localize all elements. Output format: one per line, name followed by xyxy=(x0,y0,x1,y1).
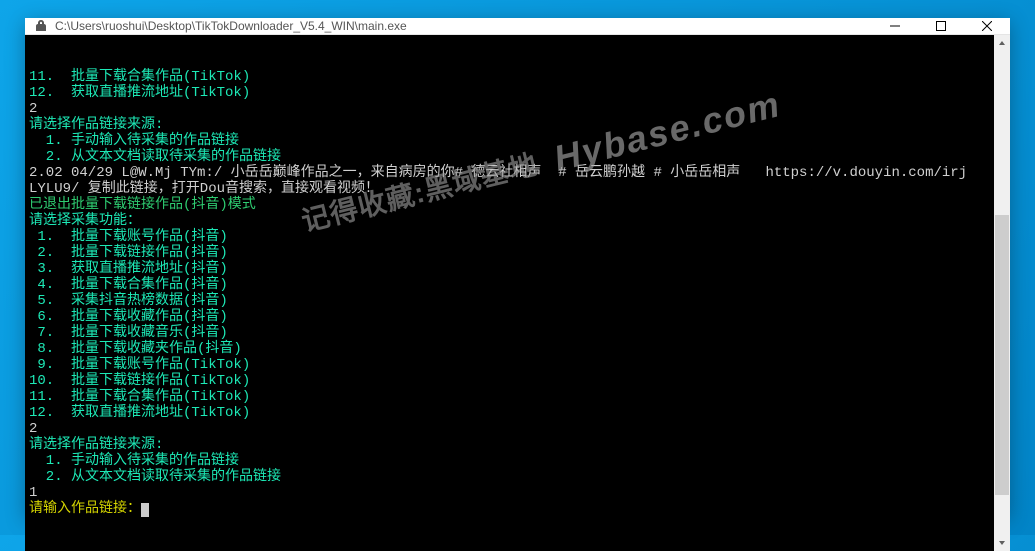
terminal-text: 1. 批量下载账号作品(抖音) xyxy=(29,229,228,245)
terminal-text: 1. 手动输入待采集的作品链接 xyxy=(29,453,239,469)
terminal-line: 请选择采集功能： xyxy=(29,213,990,229)
terminal-line: 9. 批量下载账号作品(TikTok) xyxy=(29,357,990,373)
terminal-text: 10. 批量下载链接作品(TikTok) xyxy=(29,373,250,389)
terminal-text: 3. 获取直播推流地址(抖音) xyxy=(29,261,228,277)
terminal-line: 请输入作品链接： xyxy=(29,501,990,517)
console-window: C:\Users\ruoshui\Desktop\TikTokDownloade… xyxy=(25,18,1010,517)
terminal-line: 2. 从文本文档读取待采集的作品链接 xyxy=(29,149,990,165)
terminal-text: 11. 批量下载合集作品(TikTok) xyxy=(29,69,250,85)
terminal-text: 4. 批量下载合集作品(抖音) xyxy=(29,277,228,293)
close-button[interactable] xyxy=(964,18,1010,34)
terminal-text: 2. 从文本文档读取待采集的作品链接 xyxy=(29,469,281,485)
terminal-text: 8. 批量下载收藏夹作品(抖音) xyxy=(29,341,242,357)
terminal-line: 2 xyxy=(29,101,990,117)
terminal-line: 1 xyxy=(29,485,990,501)
terminal-text: 2 xyxy=(29,421,37,437)
terminal-line: 12. 获取直播推流地址(TikTok) xyxy=(29,405,990,421)
terminal-text: 7. 批量下载收藏音乐(抖音) xyxy=(29,325,228,341)
terminal-text: 请选择采集功能： xyxy=(29,213,141,229)
cursor xyxy=(141,503,149,517)
terminal-line: 1. 手动输入待采集的作品链接 xyxy=(29,453,990,469)
minimize-button[interactable] xyxy=(872,18,918,34)
terminal-text: 9. 批量下载账号作品(TikTok) xyxy=(29,357,250,373)
terminal-area: 11. 批量下载合集作品(TikTok)12. 获取直播推流地址(TikTok)… xyxy=(25,35,1010,551)
terminal-line: 2.02 04/29 L@W.Mj TYm:/ 小岳岳巅峰作品之一，来自病房的你… xyxy=(29,165,990,181)
terminal-text: 2. 从文本文档读取待采集的作品链接 xyxy=(29,149,281,165)
terminal-line: 11. 批量下载合集作品(TikTok) xyxy=(29,389,990,405)
maximize-button[interactable] xyxy=(918,18,964,34)
window-title: C:\Users\ruoshui\Desktop\TikTokDownloade… xyxy=(55,19,872,33)
terminal-line: 1. 手动输入待采集的作品链接 xyxy=(29,133,990,149)
terminal-text: 1 xyxy=(29,485,37,501)
terminal-line: 2. 批量下载链接作品(抖音) xyxy=(29,245,990,261)
terminal-line: 10. 批量下载链接作品(TikTok) xyxy=(29,373,990,389)
terminal-text: 请选择作品链接来源: xyxy=(29,437,163,453)
terminal-text: 已退出批量下载链接作品(抖音)模式 xyxy=(29,197,256,213)
terminal-line: 3. 获取直播推流地址(抖音) xyxy=(29,261,990,277)
terminal-line: 1. 批量下载账号作品(抖音) xyxy=(29,229,990,245)
terminal-line: 6. 批量下载收藏作品(抖音) xyxy=(29,309,990,325)
terminal-text: 2. 批量下载链接作品(抖音) xyxy=(29,245,228,261)
terminal-text: 请选择作品链接来源: xyxy=(29,117,163,133)
terminal-line: 11. 批量下载合集作品(TikTok) xyxy=(29,69,990,85)
vertical-scrollbar[interactable] xyxy=(994,35,1010,551)
terminal-line: 请选择作品链接来源: xyxy=(29,437,990,453)
terminal-line: 5. 采集抖音热榜数据(抖音) xyxy=(29,293,990,309)
terminal-line: 8. 批量下载收藏夹作品(抖音) xyxy=(29,341,990,357)
terminal-line: 12. 获取直播推流地址(TikTok) xyxy=(29,85,990,101)
terminal-text: 1. 手动输入待采集的作品链接 xyxy=(29,133,239,149)
terminal-text: 12. 获取直播推流地址(TikTok) xyxy=(29,85,250,101)
titlebar[interactable]: C:\Users\ruoshui\Desktop\TikTokDownloade… xyxy=(25,18,1010,35)
scroll-thumb[interactable] xyxy=(995,215,1009,495)
terminal-text: 5. 采集抖音热榜数据(抖音) xyxy=(29,293,228,309)
terminal-line: LYLU9/ 复制此链接，打开Dou音搜索，直接观看视频！ xyxy=(29,181,990,197)
scroll-down-button[interactable] xyxy=(994,535,1010,551)
terminal-line: 2 xyxy=(29,421,990,437)
window-controls xyxy=(872,18,1010,34)
terminal-text: LYLU9/ 复制此链接，打开Dou音搜索，直接观看视频！ xyxy=(29,181,379,197)
terminal-text: 6. 批量下载收藏作品(抖音) xyxy=(29,309,228,325)
terminal-line: 已退出批量下载链接作品(抖音)模式 xyxy=(29,197,990,213)
terminal-line: 请选择作品链接来源: xyxy=(29,117,990,133)
terminal-line: 2. 从文本文档读取待采集的作品链接 xyxy=(29,469,990,485)
terminal-text: 2 xyxy=(29,101,37,117)
app-icon xyxy=(33,18,49,34)
terminal-text: 11. 批量下载合集作品(TikTok) xyxy=(29,389,250,405)
terminal-text: 请输入作品链接： xyxy=(29,501,141,517)
terminal-line: 4. 批量下载合集作品(抖音) xyxy=(29,277,990,293)
terminal-line: 7. 批量下载收藏音乐(抖音) xyxy=(29,325,990,341)
terminal-output[interactable]: 11. 批量下载合集作品(TikTok)12. 获取直播推流地址(TikTok)… xyxy=(25,35,994,551)
terminal-text: 2.02 04/29 L@W.Mj TYm:/ 小岳岳巅峰作品之一，来自病房的你… xyxy=(29,165,967,181)
terminal-text: 12. 获取直播推流地址(TikTok) xyxy=(29,405,250,421)
scroll-up-button[interactable] xyxy=(994,35,1010,51)
